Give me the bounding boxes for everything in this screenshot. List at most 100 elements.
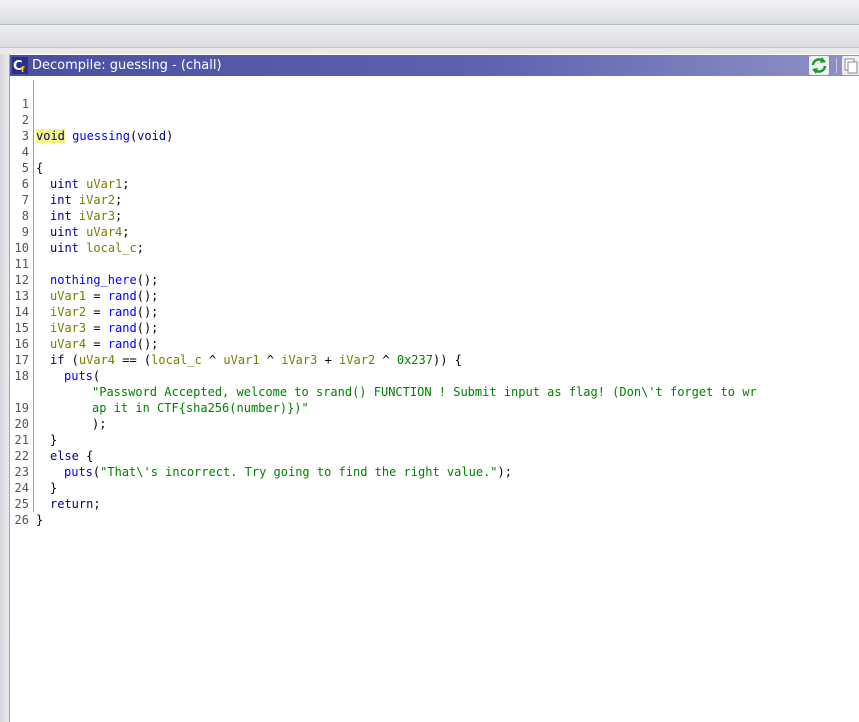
keyword[interactable]: uint xyxy=(50,241,79,255)
punctuation: { xyxy=(78,449,94,463)
variable[interactable]: uVar4 xyxy=(50,337,86,351)
code-line-wrap: ap it in CTF{sha256(number)})" xyxy=(10,368,309,415)
copy-button[interactable] xyxy=(842,56,859,75)
code-line: 9 uint local_c; xyxy=(10,208,144,255)
code-text[interactable]: void guessing(void) xyxy=(36,128,173,144)
code-text[interactable]: } xyxy=(50,480,57,496)
code-line: 22 puts("That\'s incorrect. Try going to… xyxy=(10,432,512,479)
variable[interactable]: uVar1 xyxy=(223,353,259,367)
code-line: 10 xyxy=(10,224,39,255)
code-text[interactable]: return; xyxy=(50,496,101,512)
function-call[interactable]: puts xyxy=(64,465,93,479)
code-line: 26 xyxy=(10,496,39,527)
keyword[interactable]: uint xyxy=(50,225,79,239)
function-call[interactable]: rand xyxy=(108,305,137,319)
code-text[interactable]: puts("That\'s incorrect. Try going to fi… xyxy=(64,464,512,480)
string-literal[interactable]: "Password Accepted, welcome to srand() F… xyxy=(92,385,757,399)
keyword[interactable]: return xyxy=(50,497,93,511)
keyword[interactable]: void xyxy=(137,129,166,143)
code-text[interactable]: nothing_here(); xyxy=(50,272,158,288)
punctuation: (); xyxy=(136,289,159,303)
code-text[interactable]: "Password Accepted, welcome to srand() F… xyxy=(92,384,757,400)
variable[interactable]: uVar1 xyxy=(86,177,122,191)
code-text[interactable]: uVar4 = rand(); xyxy=(50,336,158,352)
code-line: 25 } xyxy=(10,480,44,527)
variable[interactable]: iVar2 xyxy=(50,305,86,319)
variable[interactable]: iVar3 xyxy=(281,353,317,367)
code-text[interactable]: int iVar3; xyxy=(50,208,122,224)
code-line: 5 uint uVar1; xyxy=(10,144,130,191)
code-line: 19 ); xyxy=(10,384,107,431)
keyword[interactable]: int xyxy=(50,193,72,207)
window-title: Decompile: guessing - (chall) xyxy=(32,58,222,73)
code-text[interactable]: else { xyxy=(50,448,93,464)
variable[interactable]: iVar2 xyxy=(339,353,375,367)
function-call[interactable]: rand xyxy=(108,337,137,351)
punctuation: ; xyxy=(122,225,130,239)
punctuation: (); xyxy=(136,321,159,335)
code-text[interactable]: int iVar2; xyxy=(50,192,122,208)
decompile-titlebar: C f Decompile: guessing - (chall) xyxy=(10,55,859,76)
code-text[interactable]: } xyxy=(50,432,57,448)
keyword[interactable]: int xyxy=(50,209,72,223)
code-text[interactable]: uVar1 = rand(); xyxy=(50,288,158,304)
line-number: 26 xyxy=(14,513,29,527)
secondary-toolbar xyxy=(0,25,859,48)
variable[interactable]: uVar4 xyxy=(86,225,122,239)
copy-icon xyxy=(842,56,859,75)
string-literal[interactable]: "That\'s incorrect. Try going to find th… xyxy=(100,465,497,479)
punctuation: ); xyxy=(92,417,107,431)
operator: = xyxy=(86,289,108,303)
code-line: 1 xyxy=(10,80,39,111)
punctuation: (); xyxy=(136,305,159,319)
code-text[interactable]: if (uVar4 == (local_c ^ uVar1 ^ iVar3 + … xyxy=(50,352,462,368)
refresh-button[interactable] xyxy=(809,56,829,75)
variable[interactable]: iVar3 xyxy=(79,209,115,223)
keyword[interactable]: void xyxy=(36,129,65,143)
code-line: 23 } xyxy=(10,448,58,495)
code-text[interactable]: iVar2 = rand(); xyxy=(50,304,158,320)
constant[interactable]: 0x237 xyxy=(397,353,433,367)
code-text[interactable]: uint local_c; xyxy=(50,240,144,256)
operator: = xyxy=(86,321,108,335)
function-call[interactable]: nothing_here xyxy=(50,273,137,287)
keyword[interactable]: if xyxy=(50,353,64,367)
code-text[interactable]: ); xyxy=(92,416,106,432)
top-toolbar xyxy=(0,0,859,25)
code-text[interactable]: uint uVar1; xyxy=(50,176,130,192)
operator: + xyxy=(317,353,340,367)
toolbar-separator xyxy=(836,58,837,73)
function-call[interactable]: puts xyxy=(64,369,93,383)
punctuation: ; xyxy=(115,209,123,223)
code-line: 20 } xyxy=(10,400,58,447)
variable[interactable]: uVar4 xyxy=(79,353,115,367)
window-left-edge xyxy=(0,54,10,722)
code-line: 7 int iVar3; xyxy=(10,176,123,223)
punctuation: (); xyxy=(136,337,159,351)
svg-text:f: f xyxy=(21,65,25,74)
operator: ^ xyxy=(201,353,224,367)
code-text[interactable]: iVar3 = rand(); xyxy=(50,320,158,336)
code-text[interactable]: ap it in CTF{sha256(number)})" xyxy=(92,400,309,416)
keyword[interactable]: uint xyxy=(50,177,79,191)
operator: = xyxy=(86,305,108,319)
code-text[interactable]: puts( xyxy=(64,368,100,384)
variable[interactable]: iVar2 xyxy=(79,193,115,207)
variable[interactable]: uVar1 xyxy=(50,289,86,303)
code-line: 11 nothing_here(); xyxy=(10,240,159,287)
function-call[interactable]: rand xyxy=(108,289,137,303)
function-name[interactable]: guessing xyxy=(72,129,130,143)
string-literal[interactable]: ap it in CTF{sha256(number)})" xyxy=(92,401,309,415)
punctuation: )) { xyxy=(432,353,462,367)
punctuation: ; xyxy=(93,497,101,511)
code-text[interactable]: uint uVar4; xyxy=(50,224,130,240)
function-call[interactable]: rand xyxy=(108,321,137,335)
variable[interactable]: local_c xyxy=(86,241,137,255)
variable[interactable]: iVar3 xyxy=(50,321,86,335)
keyword[interactable]: else xyxy=(50,449,79,463)
variable[interactable]: local_c xyxy=(151,353,202,367)
punctuation: ( xyxy=(64,353,79,367)
code-line: 3 xyxy=(10,112,39,143)
